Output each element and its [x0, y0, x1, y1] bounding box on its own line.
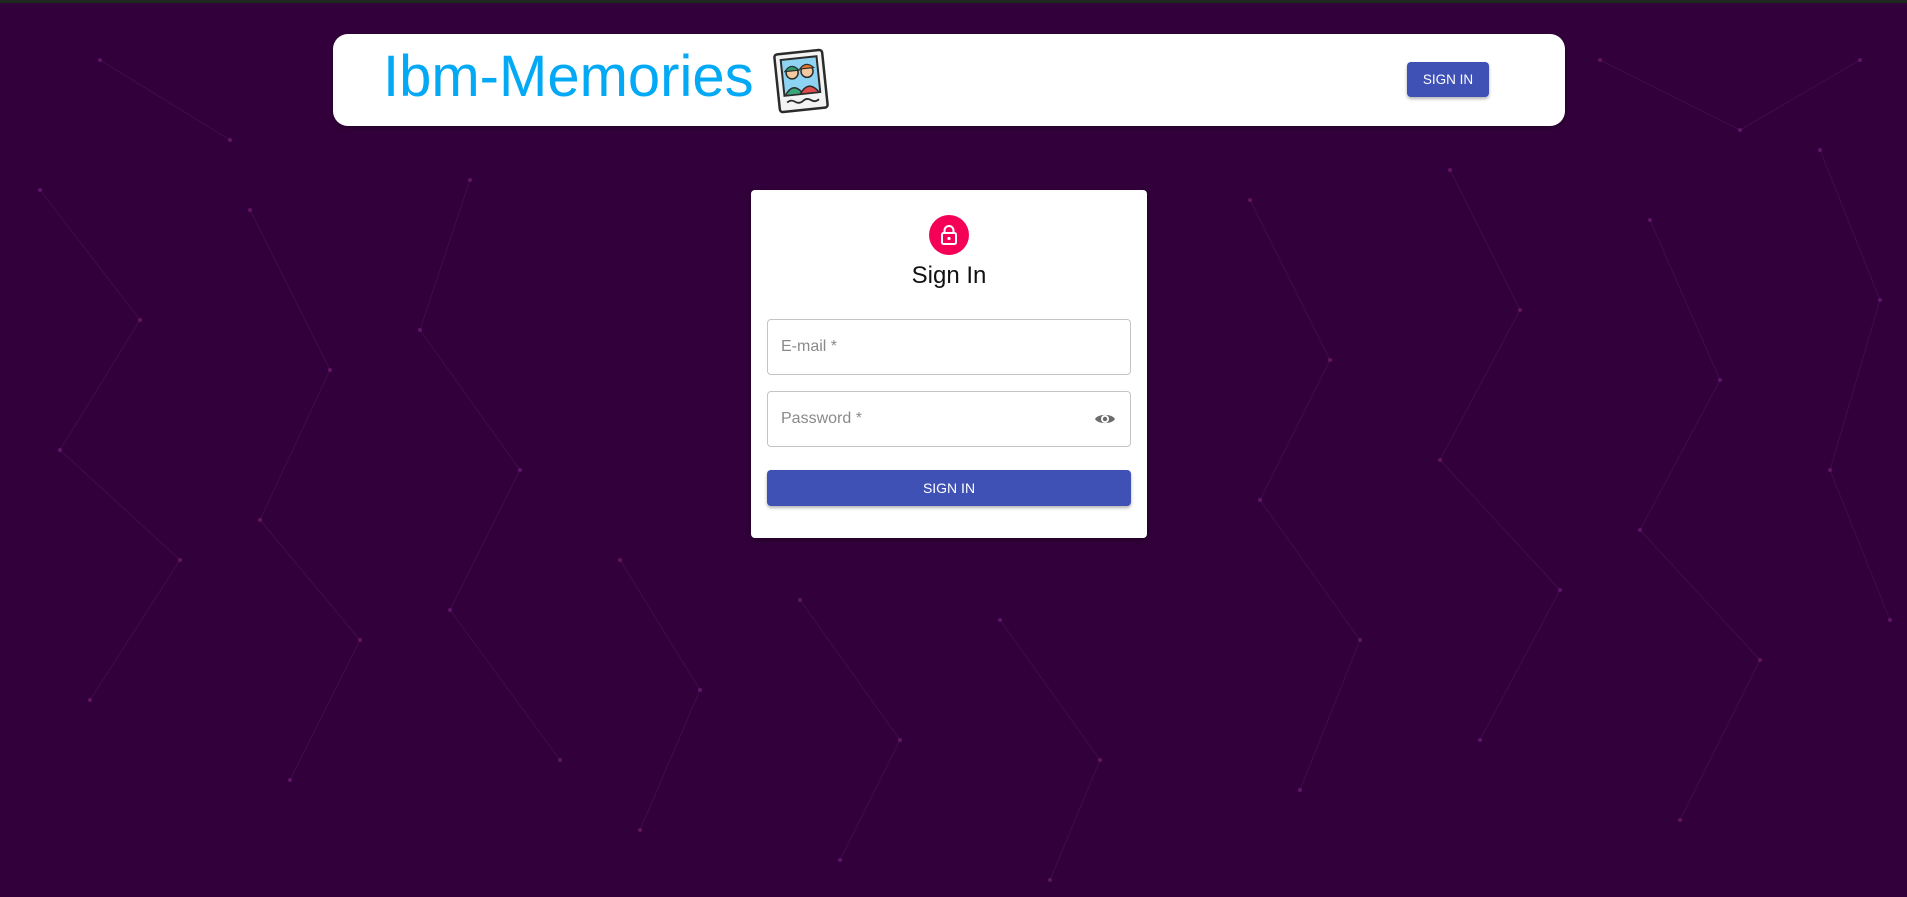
password-field [767, 391, 1131, 447]
password-input[interactable] [768, 392, 1130, 446]
lock-avatar [929, 215, 969, 255]
app-header: Ibm-Memories SIGN IN [333, 34, 1565, 126]
photo-memories-icon [771, 48, 831, 114]
signin-card: Sign In SIGN IN [751, 190, 1147, 538]
email-field [767, 319, 1131, 375]
eye-icon[interactable] [1090, 404, 1120, 434]
email-input[interactable] [768, 320, 1130, 374]
signin-submit-button[interactable]: SIGN IN [767, 470, 1131, 506]
app-title: Ibm-Memories [383, 44, 754, 109]
signin-title: Sign In [911, 262, 987, 289]
header-signin-button[interactable]: SIGN IN [1407, 62, 1489, 97]
